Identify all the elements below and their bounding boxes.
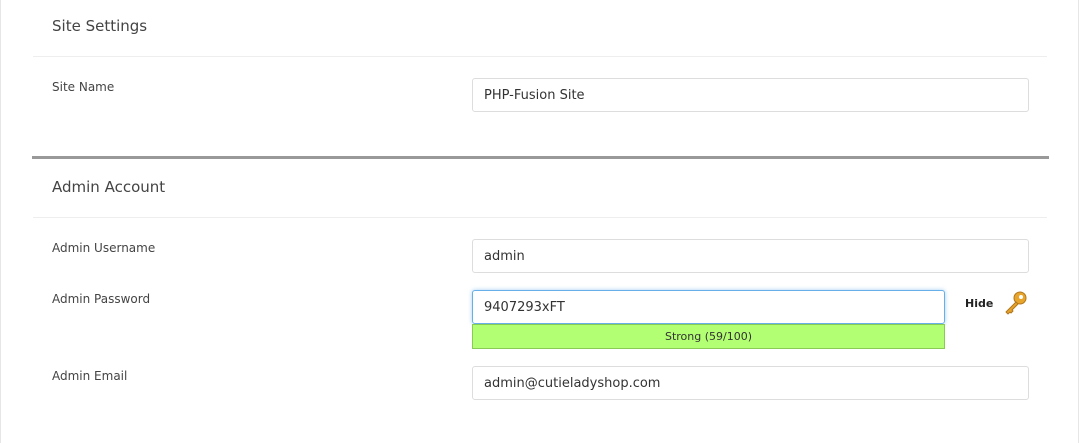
site-name-input[interactable]: [472, 78, 1029, 112]
admin-account-title: Admin Account: [52, 178, 166, 196]
admin-password-input[interactable]: [472, 290, 945, 324]
installer-form: Site Settings Site Name Admin Account Ad…: [0, 0, 1079, 443]
key-icon[interactable]: [1001, 289, 1029, 317]
admin-email-input[interactable]: [472, 366, 1029, 400]
section-divider: [32, 156, 1049, 159]
admin-account-divider: [33, 217, 1047, 218]
admin-username-label: Admin Username: [52, 241, 156, 255]
site-settings-divider: [33, 56, 1047, 57]
site-settings-title: Site Settings: [52, 17, 148, 35]
password-strength-meter: Strong (59/100): [472, 324, 945, 349]
admin-username-input[interactable]: [472, 239, 1029, 273]
hide-password-toggle[interactable]: Hide: [965, 297, 993, 310]
site-name-label: Site Name: [52, 80, 115, 94]
admin-password-label: Admin Password: [52, 292, 151, 306]
admin-email-label: Admin Email: [52, 369, 128, 383]
